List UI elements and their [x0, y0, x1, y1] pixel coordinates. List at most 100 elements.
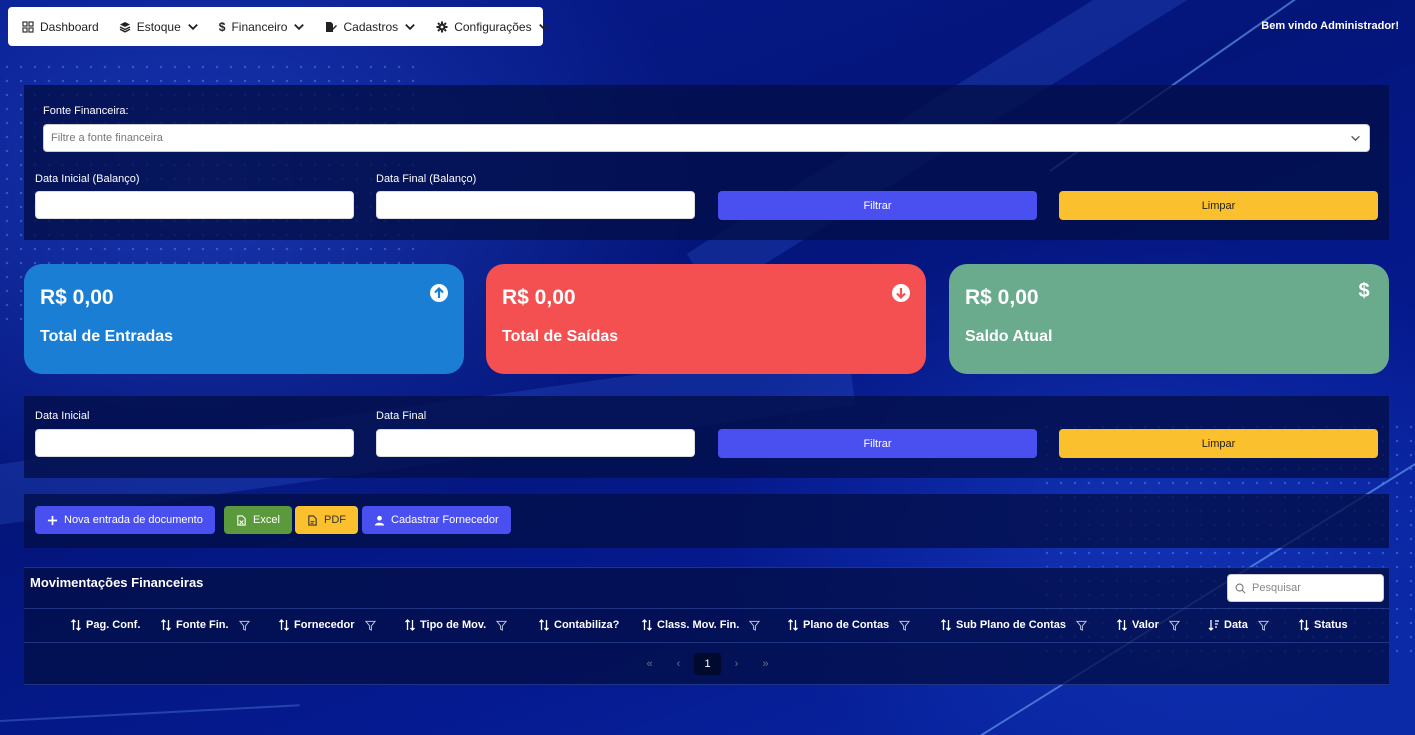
column-label: Class. Mov. Fin.: [657, 619, 740, 631]
nav-configuracoes[interactable]: Configurações: [436, 20, 549, 34]
nav-dashboard[interactable]: Dashboard: [22, 20, 99, 34]
balance-start-label: Data Inicial (Balanço): [35, 173, 140, 185]
chevron-down-icon: [405, 23, 416, 30]
sort-icon: [71, 619, 81, 631]
dollar-icon: $: [218, 19, 226, 34]
column-label: Pag. Conf.: [86, 619, 141, 631]
card-amount: R$ 0,00: [502, 286, 576, 309]
column-label: Valor: [1132, 619, 1159, 631]
button-label: Excel: [253, 514, 280, 526]
column-label: Data: [1224, 619, 1248, 631]
column-header[interactable]: Data: [1208, 619, 1269, 631]
filter-icon[interactable]: [496, 620, 508, 631]
balance-end-date-input[interactable]: [376, 191, 695, 219]
column-header[interactable]: Status: [1298, 619, 1348, 631]
source-placeholder: Filtre a fonte financeira: [51, 132, 163, 144]
prev-page-button[interactable]: ‹: [665, 653, 692, 675]
nav-label: Configurações: [454, 19, 532, 34]
first-page-button[interactable]: «: [636, 653, 663, 675]
column-label: Fonte Fin.: [176, 619, 229, 631]
nav-label: Financeiro: [231, 19, 288, 34]
card-saldo-atual: R$ 0,00 Saldo Atual $: [949, 264, 1389, 374]
sort-icon: [539, 619, 549, 631]
dollar-icon: $: [1358, 280, 1370, 302]
sort-icon: [279, 619, 289, 631]
card-total-saidas: R$ 0,00 Total de Saídas: [486, 264, 926, 374]
search-icon: [1235, 583, 1246, 593]
button-label: Nova entrada de documento: [64, 514, 203, 526]
clear-button[interactable]: Limpar: [1059, 429, 1378, 458]
filter-icon[interactable]: [364, 620, 376, 631]
column-label: Contabiliza?: [554, 619, 620, 631]
file-excel-icon: [237, 514, 246, 526]
chevron-down-icon: [1351, 135, 1360, 142]
last-page-button[interactable]: »: [752, 653, 779, 675]
filter-icon[interactable]: [1076, 620, 1088, 631]
start-date-input[interactable]: [35, 429, 354, 457]
filter-icon[interactable]: [1168, 620, 1180, 631]
end-date-input[interactable]: [376, 429, 695, 457]
next-page-button[interactable]: ›: [723, 653, 750, 675]
column-header[interactable]: Fornecedor: [278, 619, 376, 631]
card-title: Total de Saídas: [502, 328, 619, 345]
nav-financeiro[interactable]: $ Financeiro: [219, 20, 306, 34]
card-amount: R$ 0,00: [965, 286, 1039, 309]
filter-icon[interactable]: [749, 620, 761, 631]
column-header[interactable]: Valor: [1116, 619, 1180, 631]
file-edit-icon: [326, 21, 338, 32]
search-placeholder: Pesquisar: [1252, 582, 1301, 594]
balance-end-label: Data Final (Balanço): [376, 173, 477, 185]
chevron-down-icon: [538, 23, 549, 30]
sort-icon: [1299, 619, 1309, 631]
sort-icon: [941, 619, 951, 631]
divider: [24, 684, 1389, 685]
arrow-down-circle-icon: [892, 284, 910, 302]
excel-button[interactable]: Excel: [224, 506, 292, 534]
nav-estoque[interactable]: Estoque: [119, 20, 199, 34]
start-date-label: Data Inicial: [35, 410, 90, 422]
grid-icon: [22, 20, 34, 33]
table-title: Movimentações Financeiras: [30, 575, 204, 590]
button-label: PDF: [324, 514, 346, 526]
page-1-button[interactable]: 1: [694, 653, 721, 675]
sort-desc-icon: [1208, 620, 1219, 631]
arrow-up-circle-icon: [430, 284, 448, 302]
filter-icon[interactable]: [1257, 620, 1269, 631]
balance-start-date-input[interactable]: [35, 191, 354, 219]
file-pdf-icon: [308, 514, 317, 526]
register-supplier-button[interactable]: Cadastrar Fornecedor: [362, 506, 511, 534]
sort-icon: [1117, 619, 1127, 631]
column-header[interactable]: Fonte Fin.: [160, 619, 250, 631]
column-header[interactable]: Class. Mov. Fin.: [641, 619, 761, 631]
top-navbar: Dashboard Estoque $ Financeiro Cadastros…: [8, 7, 549, 46]
search-input[interactable]: Pesquisar: [1227, 574, 1384, 602]
column-label: Fornecedor: [294, 619, 355, 631]
column-header[interactable]: Pag. Conf.: [70, 619, 140, 631]
source-select[interactable]: Filtre a fonte financeira: [43, 124, 1370, 152]
column-header[interactable]: Tipo de Mov.: [404, 619, 508, 631]
card-title: Total de Entradas: [40, 328, 174, 345]
new-document-button[interactable]: Nova entrada de documento: [35, 506, 215, 534]
sort-icon: [161, 619, 171, 631]
card-title: Saldo Atual: [965, 328, 1053, 345]
end-date-label: Data Final: [376, 410, 427, 422]
chevron-down-icon: [187, 23, 198, 30]
user-icon: [374, 515, 385, 526]
column-label: Status: [1314, 619, 1348, 631]
pdf-button[interactable]: PDF: [295, 506, 358, 534]
column-header[interactable]: Plano de Contas: [787, 619, 911, 631]
column-header[interactable]: Sub Plano de Contas: [940, 619, 1088, 631]
nav-cadastros[interactable]: Cadastros: [325, 20, 416, 34]
column-header[interactable]: Contabiliza?: [538, 619, 619, 631]
balance-filter-button[interactable]: Filtrar: [718, 191, 1037, 220]
pagination: « ‹ 1 › »: [636, 653, 779, 675]
filter-icon[interactable]: [238, 620, 250, 631]
divider: [24, 567, 1389, 568]
filter-button[interactable]: Filtrar: [718, 429, 1037, 458]
source-label: Fonte Financeira:: [43, 105, 129, 117]
balance-clear-button[interactable]: Limpar: [1059, 191, 1378, 220]
filter-icon[interactable]: [899, 620, 911, 631]
layers-icon: [119, 21, 131, 33]
card-total-entradas: R$ 0,00 Total de Entradas: [24, 264, 464, 374]
card-amount: R$ 0,00: [40, 286, 114, 309]
